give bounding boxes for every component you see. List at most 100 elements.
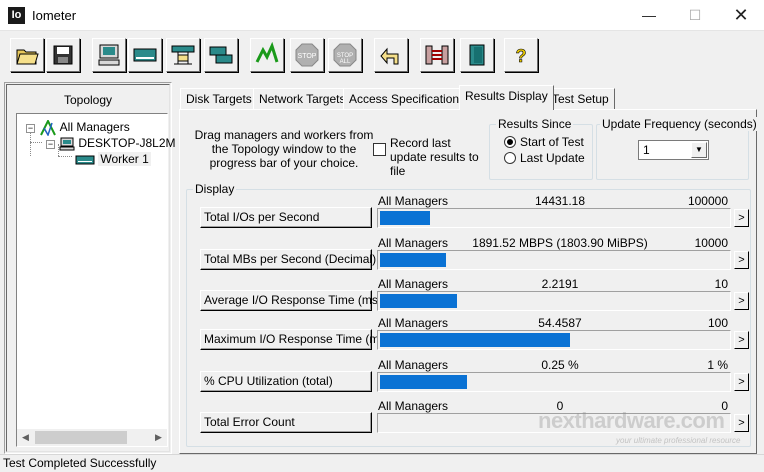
total-error-count-arrow-button[interactable]: > <box>734 414 749 432</box>
cpu-utilization-button[interactable]: % CPU Utilization (total) <box>200 371 372 392</box>
new-network-worker-button[interactable] <box>166 38 200 72</box>
metric-value: 0.25 % <box>541 358 579 372</box>
avg-response-time-bar[interactable] <box>377 291 731 311</box>
max-response-time-button[interactable]: Maximum I/O Response Time (ms) <box>200 329 389 350</box>
drag-instructions: Drag managers and workers from the Topol… <box>194 128 374 170</box>
tab-network-targets[interactable]: Network Targets <box>253 88 352 110</box>
avg-response-time-arrow-button[interactable]: > <box>734 292 749 310</box>
manager-computer-icon <box>59 137 75 151</box>
duplicate-worker-icon <box>209 46 233 64</box>
exit-button[interactable] <box>460 38 494 72</box>
collapse-all-managers-icon[interactable]: − <box>26 124 35 133</box>
close-button[interactable]: ✕ <box>718 0 764 31</box>
topology-horizontal-scrollbar[interactable]: ◀ ▶ <box>17 429 167 446</box>
scroll-right-icon[interactable]: ▶ <box>150 429 167 446</box>
exit-icon <box>469 44 485 66</box>
last-update-label[interactable]: Last Update <box>520 151 585 165</box>
scroll-thumb[interactable] <box>35 431 127 444</box>
total-mbs-arrow-button[interactable]: > <box>734 251 749 269</box>
total-error-count-button[interactable]: Total Error Count <box>200 412 372 433</box>
tab-access-specifications[interactable]: Access Specifications <box>343 88 472 110</box>
cpu-utilization-bar[interactable] <box>377 372 731 392</box>
open-icon <box>16 49 39 65</box>
metric-max: 0 <box>721 399 728 413</box>
total-iops-bar[interactable] <box>377 208 731 228</box>
tab-disk-targets[interactable]: Disk Targets <box>180 88 258 110</box>
max-response-time-arrow-button[interactable]: > <box>734 331 749 349</box>
topology-tree[interactable]: − All Managers − DESKTOP-J8L2M Worker 1 … <box>16 113 176 447</box>
svg-text:STOP: STOP <box>298 53 317 60</box>
avg-response-time-button[interactable]: Average I/O Response Time (ms) <box>200 290 382 311</box>
window-title: Iometer <box>32 8 77 23</box>
metric-max: 10000 <box>694 236 728 250</box>
results-since-legend: Results Since <box>496 117 574 131</box>
tree-label-worker: Worker 1 <box>98 152 151 166</box>
save-button[interactable] <box>46 38 80 72</box>
all-managers-icon <box>40 118 56 137</box>
metric-source-label: All Managers <box>378 399 449 413</box>
stop-icon: STOP <box>295 43 319 67</box>
new-disk-worker-icon <box>133 48 157 62</box>
tab-test-setup[interactable]: Test Setup <box>546 88 615 110</box>
help-button[interactable]: ? <box>504 38 538 72</box>
total-mbs-bar[interactable] <box>377 250 731 270</box>
total-iops-button[interactable]: Total I/Os per Second <box>200 207 372 228</box>
tree-item-worker[interactable]: Worker 1 <box>75 151 151 167</box>
new-network-worker-icon <box>171 45 195 65</box>
iometer-app-icon: Io <box>8 7 25 24</box>
start-of-test-label[interactable]: Start of Test <box>520 135 584 149</box>
collapse-manager-icon[interactable]: − <box>46 140 55 149</box>
tree-item-all-managers[interactable]: All Managers <box>39 118 130 137</box>
save-icon <box>53 45 73 65</box>
new-disk-worker-button[interactable] <box>128 38 162 72</box>
open-button[interactable] <box>10 38 44 72</box>
display-legend: Display <box>193 182 237 196</box>
metric-max: 1 % <box>707 358 728 372</box>
update-frequency-legend: Update Frequency (seconds) <box>600 117 759 131</box>
tree-item-manager[interactable]: DESKTOP-J8L2M <box>59 135 176 151</box>
record-results-label[interactable]: Record last update results to file <box>390 136 490 178</box>
scroll-left-icon[interactable]: ◀ <box>17 429 34 446</box>
total-error-count-bar[interactable] <box>377 413 731 433</box>
metric-value: 0 <box>556 399 564 413</box>
help-icon: ? <box>515 46 527 67</box>
status-bar: Test Completed Successfully <box>0 454 764 472</box>
status-text: Test Completed Successfully <box>3 456 157 470</box>
total-mbs-bar-fill <box>380 253 446 267</box>
svg-text:?: ? <box>516 46 527 66</box>
max-response-time-bar[interactable] <box>377 330 731 350</box>
start-button[interactable] <box>250 38 284 72</box>
topology-panel: Topology − All Managers − DESKTOP-J8L2M … <box>4 82 176 454</box>
stop-button[interactable]: STOP <box>290 38 324 72</box>
cpu-utilization-bar-fill <box>380 375 467 389</box>
stop-all-button[interactable]: STOP ALL <box>328 38 362 72</box>
metric-source-label: All Managers <box>378 194 449 208</box>
start-of-test-radio[interactable] <box>504 136 516 148</box>
new-manager-button[interactable] <box>92 38 126 72</box>
results-since-group: Results Since Start of Test Last Update <box>489 117 593 180</box>
total-iops-arrow-button[interactable]: > <box>734 209 749 227</box>
cpu-utilization-arrow-button[interactable]: > <box>734 373 749 391</box>
tree-label-manager: DESKTOP-J8L2M <box>78 136 176 150</box>
disconnect-icon <box>425 45 449 65</box>
metric-value: 2.2191 <box>541 277 579 291</box>
tab-results-display[interactable]: Results Display <box>459 85 554 110</box>
metric-max: 100000 <box>687 194 728 208</box>
toolbar: STOP STOP ALL ? <box>0 32 764 78</box>
record-results-checkbox[interactable] <box>373 143 386 156</box>
reset-workers-button[interactable] <box>374 38 408 72</box>
minimize-button[interactable]: — <box>626 0 672 31</box>
duplicate-worker-button[interactable] <box>204 38 238 72</box>
chevron-down-icon[interactable]: ▼ <box>691 142 707 158</box>
disconnect-button[interactable] <box>420 38 454 72</box>
total-mbs-button[interactable]: Total MBs per Second (Decimal) <box>200 249 376 270</box>
maximize-button[interactable]: ☐ <box>672 0 718 31</box>
metric-value: 14431.18 <box>534 194 586 208</box>
metric-source-label: All Managers <box>378 236 449 250</box>
metric-max: 100 <box>707 316 728 330</box>
last-update-radio[interactable] <box>504 152 516 164</box>
metric-source-label: All Managers <box>378 316 449 330</box>
svg-text:ALL: ALL <box>340 59 351 65</box>
new-manager-icon <box>98 44 120 66</box>
update-frequency-select[interactable]: 1 ▼ <box>638 140 709 160</box>
